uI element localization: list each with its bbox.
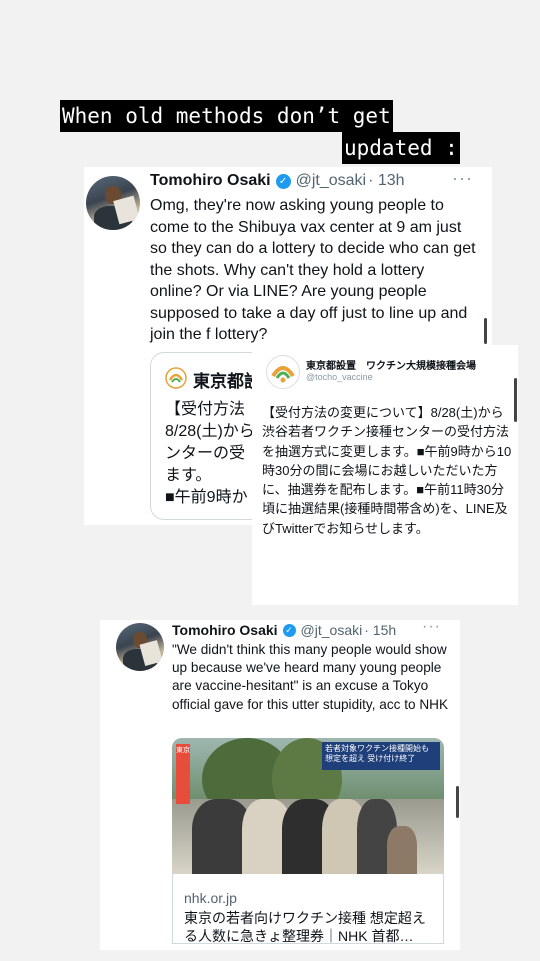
tocho-logo-icon xyxy=(165,367,187,389)
scrollbar[interactable] xyxy=(514,378,517,422)
overlay-account-handle: @tocho_vaccine xyxy=(306,372,373,382)
more-options-icon[interactable]: ··· xyxy=(422,618,441,636)
link-title: 東京の若者向けワクチン接種 想定超える人数に急きょ整理券｜NHK 首都… xyxy=(184,910,426,944)
more-options-icon[interactable]: ··· xyxy=(452,168,473,189)
caption-line-1: When old methods don’t get xyxy=(60,100,393,132)
avatar[interactable] xyxy=(86,176,140,230)
author-handle[interactable]: @jt_osaki xyxy=(301,622,363,638)
news-banner: 若者対象ワクチン接種開始も 想定を超え 受け付け終了 xyxy=(322,742,440,770)
scrollbar[interactable] xyxy=(456,786,459,818)
news-badge: 東京 xyxy=(176,744,190,804)
tweet-header: Tomohiro Osaki ✓ @jt_osaki · 15h xyxy=(172,622,396,638)
verified-badge-icon: ✓ xyxy=(282,623,296,637)
link-preview-card[interactable]: nhk.or.jp 東京の若者向けワクチン接種 想定超える人数に急きょ整理券｜N… xyxy=(172,874,444,944)
overlay-tweet-screenshot: 東京都設置 ワクチン大規模接種会場 @tocho_vaccine 【受付方法の変… xyxy=(252,345,518,605)
tweet-time: · 13h xyxy=(368,172,405,189)
scrollbar[interactable] xyxy=(484,318,487,344)
tweet-text: "We didn't think this many people would … xyxy=(172,642,449,712)
tweet-text: Omg, they're now asking young people to … xyxy=(150,197,476,343)
tweet-header: Tomohiro Osaki ✓ @jt_osaki · 13h xyxy=(150,172,405,190)
link-domain: nhk.or.jp xyxy=(184,890,237,906)
author-handle[interactable]: @jt_osaki xyxy=(296,172,367,190)
author-name[interactable]: Tomohiro Osaki xyxy=(150,172,271,190)
author-name[interactable]: Tomohiro Osaki xyxy=(172,622,278,638)
quoted-author: 東京都設 xyxy=(193,372,261,391)
tweet-time: · 15h xyxy=(364,622,397,638)
avatar[interactable] xyxy=(116,623,164,671)
caption-line-2: updated : xyxy=(342,132,460,164)
overlay-account-name: 東京都設置 ワクチン大規模接種会場 xyxy=(306,361,476,372)
verified-badge-icon: ✓ xyxy=(275,173,291,189)
tocho-vaccine-logo-icon xyxy=(266,355,300,389)
quoted-text: 【受付方法 8/28(土)から ンターの受 ます。 ■午前9時か xyxy=(165,401,255,506)
story-caption: When old methods don’t get updated : xyxy=(60,100,500,164)
overlay-tweet-text: 【受付方法の変更について】8/28(土)から渋谷若者ワクチン接種センターの受付方… xyxy=(262,405,512,536)
news-photo[interactable]: 東京 若者対象ワクチン接種開始も 想定を超え 受け付け終了 xyxy=(172,738,444,874)
